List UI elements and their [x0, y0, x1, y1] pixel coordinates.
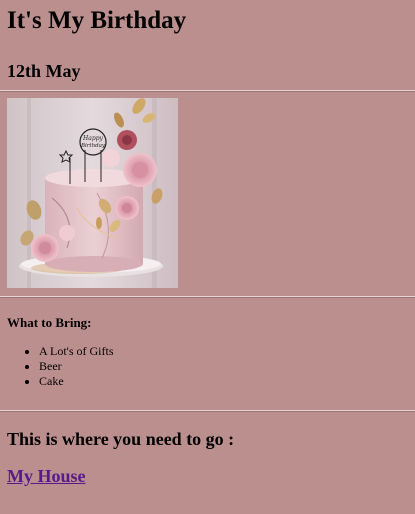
divider — [0, 410, 415, 412]
list-item: A Lot's of Gifts — [39, 344, 408, 359]
my-house-link[interactable]: My House — [7, 465, 86, 487]
list-item: Beer — [39, 359, 408, 374]
birthday-cake-image: Happy Birthday — [7, 98, 178, 288]
list-item: Cake — [39, 374, 408, 389]
divider — [0, 296, 415, 298]
bring-list: A Lot's of Gifts Beer Cake — [7, 344, 408, 389]
topper-text-happy: Happy — [82, 135, 103, 142]
topper-text-birthday: Birthday — [80, 143, 106, 149]
event-date: 12th May — [7, 61, 81, 81]
location-heading: This is where you need to go : — [7, 429, 235, 449]
divider — [0, 90, 415, 92]
bring-heading: What to Bring: — [7, 315, 92, 330]
page-title: It's My Birthday — [7, 7, 187, 34]
page: It's My Birthday 12th May Happy Birthday… — [0, 0, 415, 487]
